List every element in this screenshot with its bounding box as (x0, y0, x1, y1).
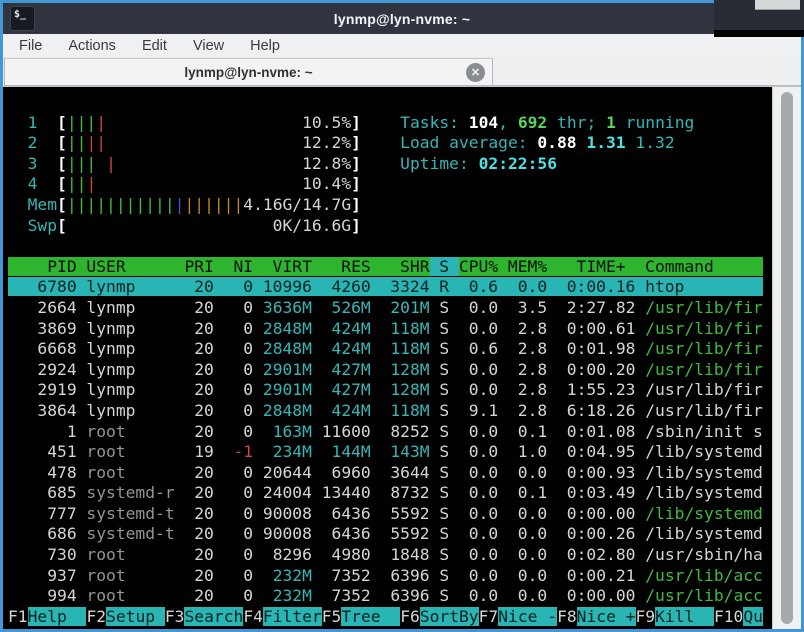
screen: $_ lynmp@lyn-nvme: ~ File Actions Edit View… (0, 0, 804, 632)
terminal-line: Mem[||||||||||||||||||4.16G/14.7G] (8, 194, 361, 214)
terminal-line: 478 root 20 0 20644 6960 3644 S 0.0 0.0 … (8, 462, 763, 482)
terminal-line: 6668 lynmp 20 0 2848M 424M 118M S 0.6 2.… (8, 339, 763, 359)
tab-active[interactable]: lynmp@lyn-nvme: ~ ✕ (4, 58, 493, 86)
menu-item-help[interactable]: Help (237, 38, 293, 54)
terminal-icon-glyph: $_ (14, 9, 27, 20)
function-key[interactable]: F9 (636, 607, 656, 626)
tab-close-button[interactable]: ✕ (466, 63, 485, 82)
terminal-line: 2 [|||| 12.2%] Load average: 0.88 1.31 1… (8, 133, 675, 153)
menu-item-file[interactable]: File (6, 38, 55, 54)
menu-bar: File Actions Edit View Help (3, 34, 801, 57)
window-titlebar[interactable]: $_ lynmp@lyn-nvme: ~ (3, 3, 801, 34)
terminal-area: 1 [|||| 10.5%] Tasks: 104, 692 thr; 1 ru… (3, 87, 801, 629)
terminal-line: Swp[ 0K/16.6G] (8, 215, 361, 235)
overlapping-window-titlebar-fragment (755, 0, 800, 10)
terminal-screen[interactable]: 1 [|||| 10.5%] Tasks: 104, 692 thr; 1 ru… (3, 87, 772, 629)
terminal-line: 2664 lynmp 20 0 3636M 526M 201M S 0.0 3.… (8, 297, 763, 317)
terminal-line: 4 [||| 10.4%] (8, 174, 361, 194)
tab-bar-empty-area (493, 57, 801, 86)
function-key[interactable]: F3 (165, 607, 185, 626)
terminal-scrollbar[interactable] (772, 87, 801, 629)
function-key[interactable]: F1 (8, 607, 28, 626)
terminal-line: 3864 lynmp 20 0 2848M 424M 118M S 9.1 2.… (8, 400, 763, 420)
window-title: lynmp@lyn-nvme: ~ (333, 10, 471, 27)
function-key[interactable]: Nice - (498, 606, 558, 626)
menu-item-actions[interactable]: Actions (55, 38, 129, 54)
terminal-line: F1Help F2Setup F3SearchF4FilterF5Tree F6… (8, 606, 772, 628)
menu-item-edit[interactable]: Edit (129, 38, 180, 54)
terminal-line: 937 root 20 0 232M 7352 6396 S 0.0 0.0 0… (8, 565, 763, 585)
terminal-line: 2919 lynmp 20 0 2901M 427M 128M S 0.0 2.… (8, 380, 763, 400)
menu-item-view[interactable]: View (180, 38, 237, 54)
scrollbar-thumb[interactable] (781, 92, 793, 624)
terminal-line: 1 root 20 0 163M 11600 8252 S 0.0 0.1 0:… (8, 421, 763, 441)
function-key[interactable]: Search (184, 606, 244, 626)
overlapping-window-shadow-strip (714, 30, 804, 37)
function-key[interactable]: Help (27, 606, 87, 626)
terminal-line: 730 root 20 0 8296 4980 1848 S 0.0 0.0 0… (8, 545, 763, 565)
terminal-line: 3869 lynmp 20 0 2848M 424M 118M S 0.0 2.… (8, 318, 763, 338)
terminal-line: 6780 lynmp 20 0 10996 4260 3324 R 0.6 0.… (8, 277, 763, 297)
terminal-line: 685 systemd-r 20 0 24004 13440 8732 S 0.… (8, 483, 763, 503)
terminal-app-icon[interactable]: $_ (10, 6, 35, 31)
function-key[interactable]: F10 (714, 607, 743, 626)
terminal-line: 994 root 20 0 232M 7352 6396 S 0.0 0.0 0… (8, 586, 763, 606)
function-key[interactable]: Filter (262, 606, 322, 626)
terminal-line: 686 systemd-t 20 0 90008 6436 5592 S 0.0… (8, 524, 763, 544)
tab-title: lynmp@lyn-nvme: ~ (184, 64, 313, 80)
terminal-line: PID USER PRI NI VIRT RES SHR S CPU% MEM%… (8, 256, 763, 276)
function-key[interactable]: Kill (655, 606, 714, 626)
terminal-line: 2924 lynmp 20 0 2901M 427M 128M S 0.0 2.… (8, 359, 763, 379)
function-key[interactable]: F5 (322, 607, 342, 626)
function-key[interactable]: Nice + (576, 606, 636, 626)
function-key[interactable]: F8 (557, 607, 577, 626)
terminal-line: 777 systemd-t 20 0 90008 6436 5592 S 0.0… (8, 503, 763, 523)
function-key[interactable]: F6 (400, 607, 420, 626)
terminal-window: $_ lynmp@lyn-nvme: ~ File Actions Edit View… (0, 0, 804, 632)
function-key[interactable]: SortBy (419, 606, 479, 626)
terminal-line: 1 [|||| 10.5%] Tasks: 104, 692 thr; 1 ru… (8, 112, 695, 132)
function-key[interactable]: F7 (479, 607, 499, 626)
function-key[interactable]: Tree (341, 606, 401, 626)
terminal-line: 451 root 19 -1 234M 144M 143M S 0.0 1.0 … (8, 442, 763, 462)
function-key[interactable]: F4 (243, 607, 263, 626)
function-key[interactable]: Setup (106, 606, 165, 626)
function-key[interactable]: Qu (743, 606, 763, 626)
function-key[interactable]: F2 (86, 607, 106, 626)
terminal-line: 3 [||| | 12.8%] Uptime: 02:22:56 (8, 153, 558, 173)
tab-bar: lynmp@lyn-nvme: ~ ✕ (3, 57, 801, 87)
